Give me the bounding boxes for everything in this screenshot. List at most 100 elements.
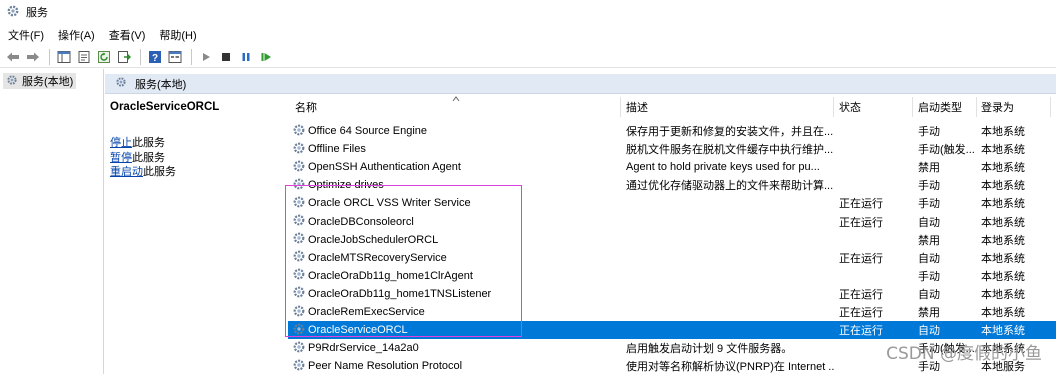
service-row[interactable]: OracleDBConsoleorcl 正在运行 自动 本地系统 [288, 213, 1056, 231]
column-header-startup-type[interactable]: 启动类型 [918, 99, 962, 115]
restart-service-action: 重启动此服务 [110, 165, 280, 180]
service-row[interactable]: OracleRemExecService 正在运行 禁用 本地系统 [288, 303, 1056, 321]
service-name: Oracle ORCL VSS Writer Service [308, 197, 471, 210]
service-gear-icon [292, 358, 306, 374]
column-header-logon-as[interactable]: 登录为 [981, 99, 1014, 115]
service-name: OpenSSH Authentication Agent [308, 161, 461, 174]
service-logon-as: 本地系统 [981, 162, 1025, 175]
service-logon-as: 本地系统 [981, 307, 1025, 319]
service-status: 正在运行 [839, 325, 883, 338]
toolbar-divider [140, 48, 141, 65]
console-tree-icon[interactable] [55, 48, 73, 66]
menu-view[interactable]: 查看(V) [105, 27, 150, 43]
service-status: 正在运行 [839, 252, 883, 265]
service-name-cell: Offline Files [292, 140, 616, 158]
column-header-status[interactable]: 状态 [839, 99, 861, 115]
svg-text:?: ? [152, 53, 158, 64]
column-divider[interactable] [833, 97, 834, 117]
service-description-panel: OracleServiceORCL 停止此服务 暂停此服务 重启动此服务 [110, 101, 280, 180]
stop-icon[interactable] [217, 48, 235, 66]
service-row[interactable]: OracleOraDb11g_home1TNSListener 正在运行 自动 本地系… [288, 285, 1056, 303]
back-arrow-icon[interactable] [4, 48, 22, 66]
toolbar-divider [49, 48, 50, 65]
service-description: 使用对等名称解析协议(PNRP)在 Internet ... [626, 361, 834, 374]
service-gear-icon [292, 304, 306, 321]
service-row[interactable]: Office 64 Source Engine 保存用于更新和修复的安装文件，并且… [288, 122, 1056, 140]
export-list-icon[interactable] [115, 48, 133, 66]
restart-icon[interactable] [257, 48, 275, 66]
column-divider[interactable] [620, 97, 621, 117]
service-status: 正在运行 [839, 288, 883, 301]
service-description [626, 194, 834, 212]
service-startup-type: 自动 [918, 252, 940, 265]
service-name-cell: P9RdrService_14a2a0 [292, 339, 616, 357]
menu-file[interactable]: 文件(F) [4, 27, 48, 43]
service-status: 正在运行 [839, 307, 883, 319]
service-name: OracleOraDb11g_home1TNSListener [308, 287, 492, 300]
help-icon[interactable]: ? [146, 48, 164, 66]
pause-service-action: 暂停此服务 [110, 151, 280, 166]
view-icon[interactable] [166, 48, 184, 66]
service-name-cell: Office 64 Source Engine [292, 122, 616, 140]
console-tree: 服务(本地) [0, 69, 104, 374]
service-logon-as: 本地系统 [981, 216, 1025, 229]
service-status [839, 176, 909, 194]
properties-icon[interactable] [75, 48, 93, 66]
column-header-name[interactable]: 名称 [295, 99, 317, 115]
column-header-description[interactable]: 描述 [626, 99, 648, 115]
service-row[interactable]: Oracle ORCL VSS Writer Service 正在运行 手动 本地系统 [288, 194, 1056, 212]
pause-service-link[interactable]: 暂停 [110, 152, 132, 164]
service-row[interactable]: OracleJobSchedulerORCL 禁用 本地系统 [288, 231, 1056, 249]
service-gear-icon [292, 159, 306, 176]
service-description [626, 285, 834, 303]
service-row[interactable]: Offline Files 脱机文件服务在脱机文件缓存中执行维护... 手动(触发.… [288, 140, 1056, 158]
gear-services-icon [6, 74, 18, 89]
stop-service-action: 停止此服务 [110, 136, 280, 151]
service-name: Office 64 Source Engine [308, 125, 428, 137]
service-startup-type: 禁用 [918, 307, 940, 319]
service-gear-icon [292, 141, 306, 158]
service-description: Agent to hold private keys used for pu..… [626, 161, 820, 174]
service-gear-icon [292, 285, 306, 302]
service-name-cell: OracleDBConsoleorcl [292, 213, 616, 231]
service-name-cell: OracleServiceORCL [292, 321, 616, 339]
toolbar-divider [191, 48, 192, 65]
window-title: 服务 [26, 7, 48, 19]
service-gear-icon [292, 340, 306, 357]
column-divider[interactable] [912, 97, 913, 117]
service-row[interactable]: OracleServiceORCL 正在运行 自动 本地系统 [288, 321, 1056, 340]
service-status [839, 231, 909, 249]
service-gear-icon [292, 195, 306, 212]
pause-icon[interactable] [237, 48, 255, 66]
column-divider[interactable] [976, 97, 977, 117]
service-description: 通过优化存储驱动器上的文件来帮助计算... [626, 180, 834, 193]
menu-action[interactable]: 操作(A) [54, 27, 99, 43]
service-gear-icon [292, 177, 306, 194]
service-status [839, 158, 909, 176]
restart-service-link[interactable]: 重启动 [110, 166, 143, 178]
tree-item-services-local[interactable]: 服务(本地) [3, 73, 77, 89]
service-row[interactable]: OracleMTSRecoveryService 正在运行 自动 本地系统 [288, 249, 1056, 267]
service-row[interactable]: OracleOraDb11g_home1ClrAgent 手动 本地系统 [288, 267, 1056, 285]
service-name: Peer Name Resolution Protocol [308, 360, 463, 373]
column-divider[interactable] [1050, 97, 1051, 117]
service-description: 保存用于更新和修复的安装文件，并且在... [626, 126, 834, 138]
service-row[interactable]: OpenSSH Authentication Agent Agent to hol… [288, 158, 1056, 176]
service-startup-type: 手动 [918, 198, 940, 211]
forward-arrow-icon[interactable] [24, 48, 42, 66]
title-bar: 服务 [0, 0, 1056, 24]
play-icon[interactable] [197, 48, 215, 66]
service-startup-type: 自动 [918, 288, 940, 301]
menu-help[interactable]: 帮助(H) [155, 27, 200, 43]
service-startup-type: 手动 [918, 270, 940, 283]
service-logon-as: 本地系统 [981, 144, 1025, 157]
refresh-icon[interactable] [95, 48, 113, 66]
service-name-cell: Peer Name Resolution Protocol [292, 357, 616, 374]
service-name-cell: OracleMTSRecoveryService [292, 249, 616, 267]
service-gear-icon [292, 267, 306, 284]
service-description [626, 231, 834, 249]
service-logon-as: 本地系统 [981, 252, 1025, 265]
service-row[interactable]: Optimize drives 通过优化存储驱动器上的文件来帮助计算... 手动 本地… [288, 176, 1056, 194]
service-name: OracleRemExecService [308, 306, 425, 318]
stop-service-link[interactable]: 停止 [110, 137, 132, 149]
